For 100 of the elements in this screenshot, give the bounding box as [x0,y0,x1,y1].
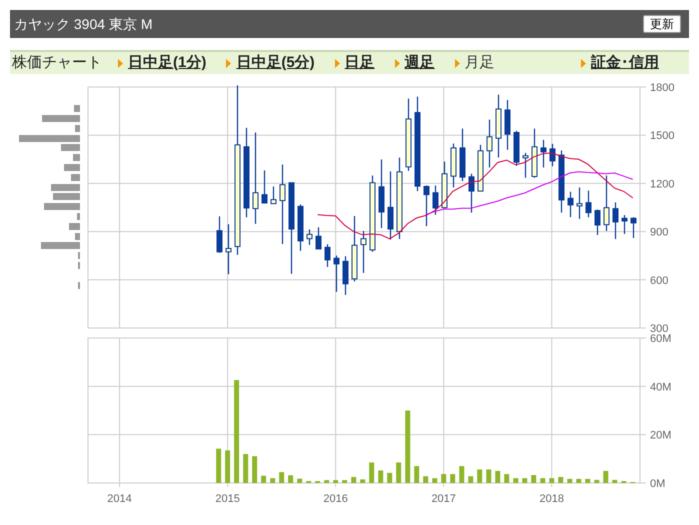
volume-bar [360,479,366,483]
volume-bar [558,476,564,483]
candlestick [306,229,312,245]
axis-label: 2015 [215,493,240,505]
candlestick [540,140,546,168]
volume-bar [567,478,572,483]
volume-bar [297,478,302,483]
volume-bar [585,478,590,483]
candlestick [442,162,448,208]
candlestick [532,128,538,178]
axis-label: 900 [650,226,668,239]
axis-label: 2018 [539,493,564,505]
candlestick [622,215,628,234]
volume-bar [513,478,518,483]
volume-bar [378,470,384,483]
volume-bar [270,478,276,483]
candlestick [378,159,384,228]
candlestick [594,210,600,235]
volume-bar [414,466,420,483]
candlestick [432,186,438,215]
volume-bar [216,448,222,483]
volume-bar [468,476,474,483]
candlestick [612,202,618,239]
volume-bar [333,480,338,483]
candlestick [316,227,322,250]
candlestick [550,144,556,166]
period-tab[interactable]: 日足 [344,52,375,74]
period-tab[interactable]: 週足 [404,52,435,74]
candlestick [342,256,348,295]
volume-bar [459,466,464,483]
axis-label: 2014 [107,493,132,505]
candlestick [504,100,510,150]
candlestick [604,176,610,231]
volume-bar [324,480,330,483]
candlestick [334,256,340,292]
volume-bar [396,462,402,483]
axis-label: 60M [650,333,672,345]
candlestick [270,186,276,204]
candlestick [576,187,582,219]
volume-bar [612,480,618,483]
volume-bar [252,456,258,483]
axis-label: 0M [650,478,666,490]
arrow-icon [394,58,400,68]
candlestick [496,94,502,158]
axis-label: 40M [650,381,672,394]
volume-bar [432,478,438,483]
volume-bar [369,462,374,483]
volume-bar [594,480,600,483]
volume-bar [288,475,294,483]
arrow-icon [581,58,586,68]
period-tab[interactable]: 月足 [464,52,495,74]
refresh-button[interactable]: 更新 [643,15,681,33]
volume-bar [441,474,446,483]
axis-label: 1800 [650,82,674,94]
candlestick [558,150,564,213]
candlestick [298,204,304,251]
volume-bar [540,478,546,483]
candlestick [324,244,330,267]
candlestick [486,120,492,168]
volume-bar [495,470,500,483]
axis-label: 1200 [650,178,674,190]
arrow-icon [226,58,232,68]
axis-label: 1500 [650,130,674,142]
candlestick [568,192,574,218]
candlestick [388,171,394,240]
arrow-icon [334,58,340,68]
volume-bar [351,476,356,483]
volume-bar [549,478,554,483]
axis-label: 2016 [323,493,348,505]
volume-bar [423,476,428,483]
volume-bar [387,472,392,483]
candlestick [514,130,520,166]
section-title: 株価チャート [12,52,103,73]
candlestick [352,216,358,282]
period-tab[interactable]: 日中足(5分) [236,52,315,74]
period-tab[interactable]: 日中足(1分) [128,52,206,74]
arrow-icon [454,58,460,68]
volume-bar [477,469,482,483]
candlestick [226,224,232,274]
axis-label: 600 [650,274,668,287]
axis-label: 300 [650,323,668,333]
candlestick [262,170,268,204]
candlestick [630,217,636,238]
axis-label: 2017 [431,493,456,505]
volume-bar [531,475,536,483]
candlestick [216,216,222,253]
candlestick [522,152,528,178]
volume-bar [342,480,348,483]
volume-bar [576,478,582,483]
volume-bar [225,450,230,483]
volume-bar [450,474,456,483]
stock-title: カヤック 3904 東京 M [14,14,152,34]
volume-bar [261,476,266,483]
arrow-icon [118,58,123,68]
volume-bar [603,470,608,483]
candlestick [424,186,430,226]
candlestick [478,144,484,192]
candlestick [460,128,466,182]
margin-link[interactable]: 証金･信用 [591,52,659,74]
candlestick [360,230,366,273]
